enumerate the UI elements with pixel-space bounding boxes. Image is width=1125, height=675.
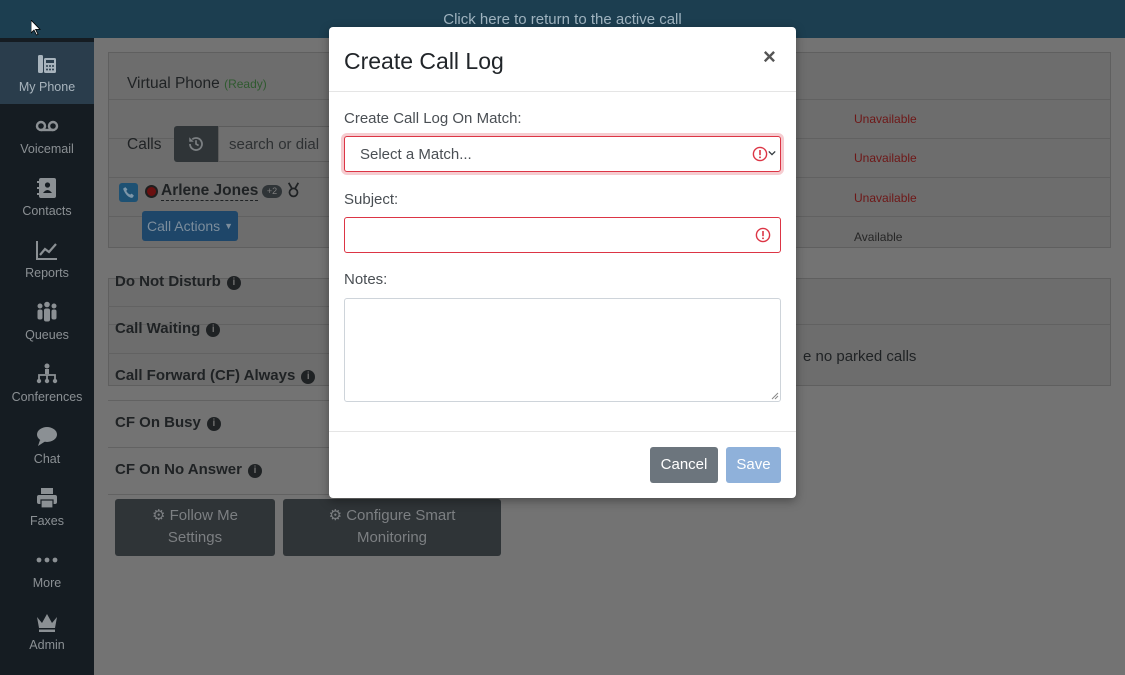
- sidebar-item-reports[interactable]: Reports: [0, 228, 94, 290]
- call-actions-button[interactable]: Call Actions ▼: [142, 211, 238, 241]
- chevron-down-icon: [768, 150, 776, 156]
- follow-me-settings-button[interactable]: ⚙ Follow Me Settings: [115, 499, 275, 556]
- setting-label: CF On No Answer: [115, 461, 242, 478]
- presence-status: Unavailable: [854, 191, 917, 205]
- presence-status: Unavailable: [854, 112, 917, 126]
- create-call-log-modal: Create Call Log × Create Call Log On Mat…: [329, 27, 796, 498]
- setting-label: Call Forward (CF) Always: [115, 367, 296, 384]
- error-icon: [755, 227, 771, 243]
- sidebar-item-voicemail[interactable]: Voicemail: [0, 104, 94, 166]
- presence-status: Available: [854, 230, 903, 244]
- sidebar-item-conferences[interactable]: Conferences: [0, 352, 94, 414]
- sidebar-item-label: Chat: [33, 452, 61, 466]
- contacts-icon: [37, 178, 56, 198]
- medal-icon: [287, 182, 300, 198]
- voicemail-icon: [35, 120, 59, 132]
- virtual-phone-label: Virtual Phone: [127, 75, 220, 92]
- crown-icon: [37, 614, 57, 632]
- phone-icon: [38, 55, 56, 73]
- subject-input[interactable]: [344, 217, 781, 253]
- save-button[interactable]: Save: [726, 447, 781, 483]
- notes-textarea[interactable]: [344, 298, 781, 402]
- return-to-call-link[interactable]: Click here to return to the active call: [0, 11, 1125, 28]
- setting-label: Call Waiting: [115, 320, 201, 337]
- phone-call-icon: [119, 183, 138, 202]
- info-icon[interactable]: i: [301, 370, 316, 384]
- sidebar-item-queues[interactable]: Queues: [0, 290, 94, 352]
- error-icon: [752, 146, 768, 162]
- phone-ready-status: (Ready): [224, 77, 267, 91]
- sidebar-item-label: Conferences: [11, 390, 83, 404]
- match-select[interactable]: Select a Match...: [344, 136, 781, 172]
- sidebar-item-more[interactable]: More: [0, 538, 94, 600]
- sidebar-item-label: Queues: [25, 328, 69, 342]
- button-label: Configure Smart: [346, 507, 456, 524]
- call-history-button[interactable]: [174, 126, 218, 162]
- users-icon: [37, 301, 57, 322]
- sidebar-item-my-phone[interactable]: My Phone: [0, 42, 94, 104]
- button-label: Monitoring: [356, 529, 428, 546]
- virtual-phone-title: Virtual Phone (Ready): [127, 75, 267, 93]
- modal-title: Create Call Log: [344, 48, 504, 74]
- gear-icon: ⚙: [328, 507, 343, 524]
- presence-status: Unavailable: [854, 151, 917, 165]
- setting-label: CF On Busy: [115, 414, 201, 431]
- cancel-button[interactable]: Cancel: [650, 447, 718, 483]
- caller-name[interactable]: Arlene Jones: [161, 182, 259, 201]
- extra-participants-badge: +2: [262, 185, 282, 198]
- notes-label: Notes:: [344, 271, 388, 288]
- sidebar-item-label: My Phone: [18, 80, 76, 94]
- subject-label: Subject:: [344, 191, 399, 208]
- info-icon[interactable]: i: [247, 464, 262, 478]
- sidebar-item-label: Contacts: [22, 204, 72, 218]
- button-label: Settings: [167, 529, 223, 546]
- sidebar-item-label: Voicemail: [20, 142, 74, 156]
- history-icon: [189, 137, 203, 151]
- sidebar-item-label: Reports: [25, 266, 69, 280]
- ellipsis-icon: [36, 557, 58, 563]
- sidebar-item-label: Faxes: [29, 514, 65, 528]
- parked-calls-empty-text: e no parked calls: [803, 348, 917, 365]
- modal-footer-divider: [329, 431, 796, 432]
- close-icon[interactable]: ×: [763, 44, 776, 70]
- match-select-placeholder: Select a Match...: [360, 146, 472, 163]
- sitemap-icon: [36, 363, 58, 384]
- match-label: Create Call Log On Match:: [344, 110, 522, 127]
- configure-smart-monitoring-button[interactable]: ⚙ Configure Smart Monitoring: [283, 499, 501, 556]
- recording-icon: [145, 185, 158, 198]
- info-icon[interactable]: i: [206, 417, 221, 431]
- resize-handle-icon[interactable]: [771, 392, 779, 400]
- sidebar-item-label: Admin: [29, 638, 65, 652]
- info-icon[interactable]: i: [226, 276, 241, 290]
- modal-header-divider: [329, 91, 796, 92]
- calls-label: Calls: [127, 136, 162, 153]
- sidebar-item-faxes[interactable]: Faxes: [0, 476, 94, 538]
- sidebar-item-label: More: [32, 576, 62, 590]
- printer-icon: [37, 488, 57, 509]
- sidebar-item-chat[interactable]: Chat: [0, 414, 94, 476]
- info-icon[interactable]: i: [206, 323, 221, 337]
- setting-label: Do Not Disturb: [115, 273, 221, 290]
- mouse-cursor-icon: [31, 20, 41, 36]
- chart-line-icon: [36, 241, 57, 260]
- button-label: Follow Me: [169, 507, 238, 524]
- caret-down-icon: ▼: [224, 221, 233, 231]
- sidebar-item-admin[interactable]: Admin: [0, 600, 94, 662]
- gear-icon: ⚙: [152, 507, 166, 524]
- sidebar: My Phone Voicemail Contacts Reports Queu…: [0, 38, 94, 675]
- sidebar-item-contacts[interactable]: Contacts: [0, 166, 94, 228]
- call-actions-label: Call Actions: [147, 218, 221, 234]
- chat-icon: [37, 427, 57, 446]
